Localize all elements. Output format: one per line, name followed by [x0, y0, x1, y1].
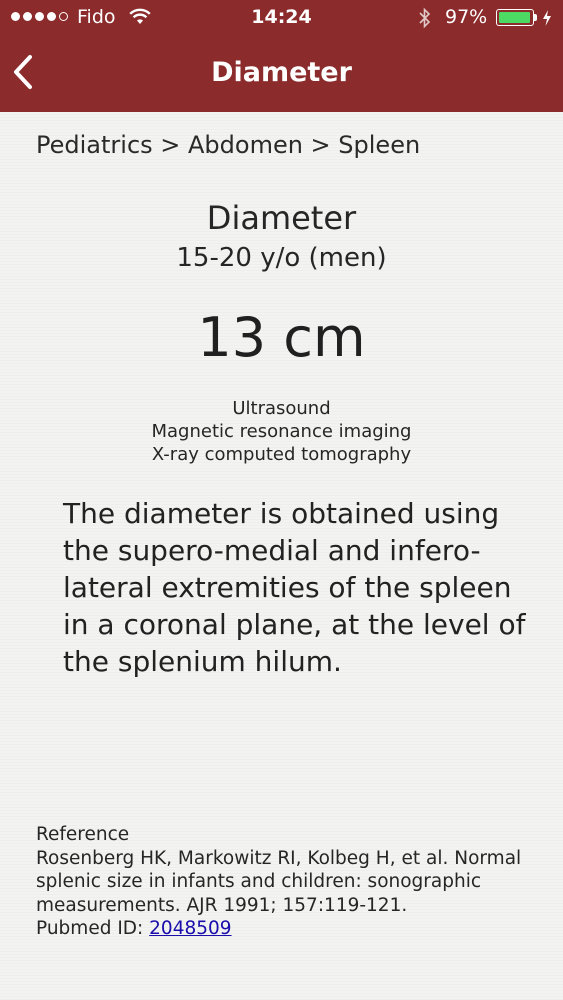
modality-item: Magnetic resonance imaging [151, 421, 412, 442]
imaging-modalities: Ultrasound Magnetic resonance imaging X-… [0, 397, 563, 466]
battery-percentage: 97% [445, 6, 488, 28]
pubmed-label: Pubmed ID: [36, 918, 150, 939]
breadcrumb: Pediatrics > Abdomen > Spleen [36, 131, 421, 159]
reference-section: Reference Rosenberg HK, Markowitz RI, Ko… [36, 823, 536, 941]
modality-item: X-ray computed tomography [151, 444, 412, 465]
measurement-title: Diameter [206, 199, 357, 237]
battery-level-fill [499, 12, 531, 23]
measurement-value: 13 cm [197, 306, 366, 369]
status-bar: Fido 14:24 97% [0, 0, 563, 36]
pubmed-row: Pubmed ID: 2048509 [36, 917, 536, 941]
nav-title: Diameter [211, 57, 352, 88]
reference-citation: Rosenberg HK, Markowitz RI, Kolbeg H, et… [36, 847, 522, 916]
reference-heading: Reference [36, 824, 130, 845]
charging-bolt-icon [541, 9, 553, 32]
measurement-description: The diameter is obtained using the super… [63, 497, 526, 678]
modality-item: Ultrasound [232, 398, 331, 419]
measurement-age-group: 15-20 y/o (men) [176, 243, 387, 273]
battery-icon [496, 9, 534, 26]
battery-tip [534, 14, 537, 21]
nav-bar: Fido 14:24 97% Diameter [0, 0, 563, 112]
pubmed-id-link[interactable]: 2048509 [149, 918, 231, 939]
bluetooth-icon [418, 7, 432, 34]
